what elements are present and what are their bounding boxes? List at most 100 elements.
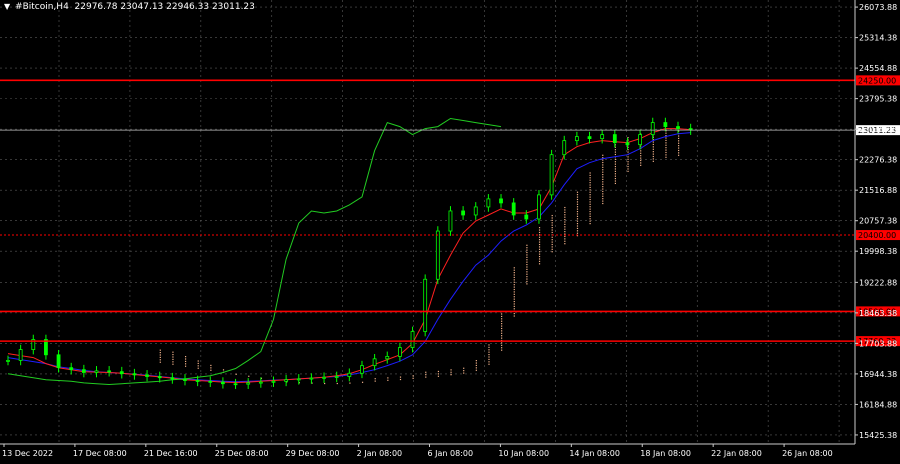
candle-body: [145, 374, 149, 377]
cloud-dot: [576, 218, 579, 220]
cloud-dot: [614, 151, 617, 153]
cloud-dot: [614, 173, 617, 175]
symbol-label: #Bitcoin,H4: [15, 2, 69, 12]
cloud-dot: [172, 358, 174, 361]
cloud-dot: [665, 154, 667, 156]
cloud-dot: [576, 227, 579, 230]
cloud-dot: [450, 371, 452, 373]
cloud-dot: [538, 246, 541, 248]
chart-header: ▼ #Bitcoin,H4 22976.78 23047.13 22946.33…: [4, 2, 255, 12]
cloud-dot: [589, 213, 591, 215]
cloud-dot: [513, 269, 515, 271]
cloud-dot: [450, 374, 452, 376]
candle-body: [271, 380, 276, 383]
cloud-dot: [399, 376, 402, 378]
cloud-dot: [513, 298, 515, 300]
cloud-dot: [665, 144, 667, 146]
cloud-dot: [501, 342, 503, 344]
cloud-dot: [538, 243, 541, 246]
collapse-triangle-icon[interactable]: ▼: [4, 2, 10, 11]
price-tick-label: 17703.88: [859, 339, 897, 348]
cloud-dot: [526, 276, 528, 278]
cloud-dot: [564, 214, 566, 216]
cloud-dot: [564, 240, 566, 242]
candle-body: [524, 214, 529, 220]
cloud-dot: [488, 353, 490, 356]
cloud-dot: [564, 216, 566, 218]
cloud-dot: [538, 236, 541, 238]
cloud-dot: [425, 374, 427, 376]
cloud-dot: [564, 243, 566, 245]
cloud-dot: [210, 367, 212, 369]
cloud-dot: [614, 170, 617, 172]
cloud-dot: [437, 375, 440, 377]
cloud-dot: [526, 268, 528, 271]
candle-body: [119, 371, 124, 375]
cloud-dot: [589, 179, 591, 181]
candle-body: [157, 376, 162, 379]
candle-body: [435, 230, 440, 280]
cloud-dot: [576, 223, 579, 225]
cloud-dot: [614, 178, 617, 180]
cloud-dot: [184, 360, 187, 363]
cloud-dot: [501, 315, 503, 318]
price-tick-label: 19998.38: [859, 247, 897, 256]
cloud-dot: [564, 218, 566, 221]
cloud-dot: [678, 154, 680, 156]
cloud-dot: [488, 356, 490, 358]
price-tick-label: 26073.88: [859, 3, 897, 12]
time-tick-label: 22 Jan 08:00: [711, 449, 762, 458]
candle-body: [334, 376, 339, 378]
cloud-dot: [614, 168, 617, 170]
cloud-dot: [475, 362, 477, 364]
candle-body: [511, 202, 516, 216]
cloud-dot: [589, 206, 591, 208]
cloud-dot: [614, 163, 617, 165]
price-chart[interactable]: 24250.00 20400.00 18500.00 17760.33 23011.23…: [0, 0, 900, 460]
cloud-dot: [551, 239, 553, 241]
cloud-dot: [551, 241, 553, 243]
cloud-dot: [602, 166, 604, 168]
cloud-dot: [678, 145, 680, 147]
cloud-dot: [475, 360, 477, 362]
cloud-dot: [184, 363, 187, 365]
cloud-dot: [538, 258, 541, 260]
candle-body: [397, 347, 402, 357]
cloud-dot: [425, 376, 427, 378]
cloud-dot: [513, 308, 515, 310]
cloud-dot: [501, 330, 503, 332]
chart-canvas[interactable]: 24250.0020400.0018500.0017760.3323011.23…: [0, 0, 900, 460]
cloud-dot: [602, 154, 604, 156]
cloud-dot: [450, 369, 452, 371]
cloud-dot: [576, 225, 579, 227]
cloud-dot: [513, 305, 515, 307]
candle-body: [600, 134, 605, 140]
level-price-label: 24250.00: [858, 76, 896, 85]
cloud-dot: [488, 346, 490, 348]
cloud-dot: [513, 303, 515, 305]
cloud-dot: [538, 229, 541, 231]
cloud-dot: [614, 175, 617, 177]
cloud-dot: [551, 219, 553, 221]
cloud-dot: [576, 220, 579, 222]
cloud-dot: [475, 364, 477, 367]
cloud-dot: [235, 373, 237, 375]
cloud-dot: [222, 369, 225, 371]
cloud-dot: [526, 271, 528, 273]
cloud-dot: [159, 351, 161, 354]
time-tick-label: 6 Jan 08:00: [428, 449, 474, 458]
cloud-dot: [488, 361, 490, 363]
cloud-dot: [374, 380, 376, 382]
candle-body: [6, 360, 10, 362]
cloud-dot: [602, 181, 604, 183]
cloud-dot: [627, 156, 629, 158]
cloud-dot: [538, 255, 541, 258]
cloud-dot: [589, 215, 591, 217]
cloud-dot: [501, 313, 503, 315]
cloud-dot: [513, 279, 515, 281]
candle-body: [309, 377, 314, 380]
price-tick-label: 16944.38: [859, 370, 897, 379]
cloud-dot: [210, 364, 212, 367]
cloud-dot: [412, 377, 414, 379]
cloud-dot: [197, 365, 199, 367]
